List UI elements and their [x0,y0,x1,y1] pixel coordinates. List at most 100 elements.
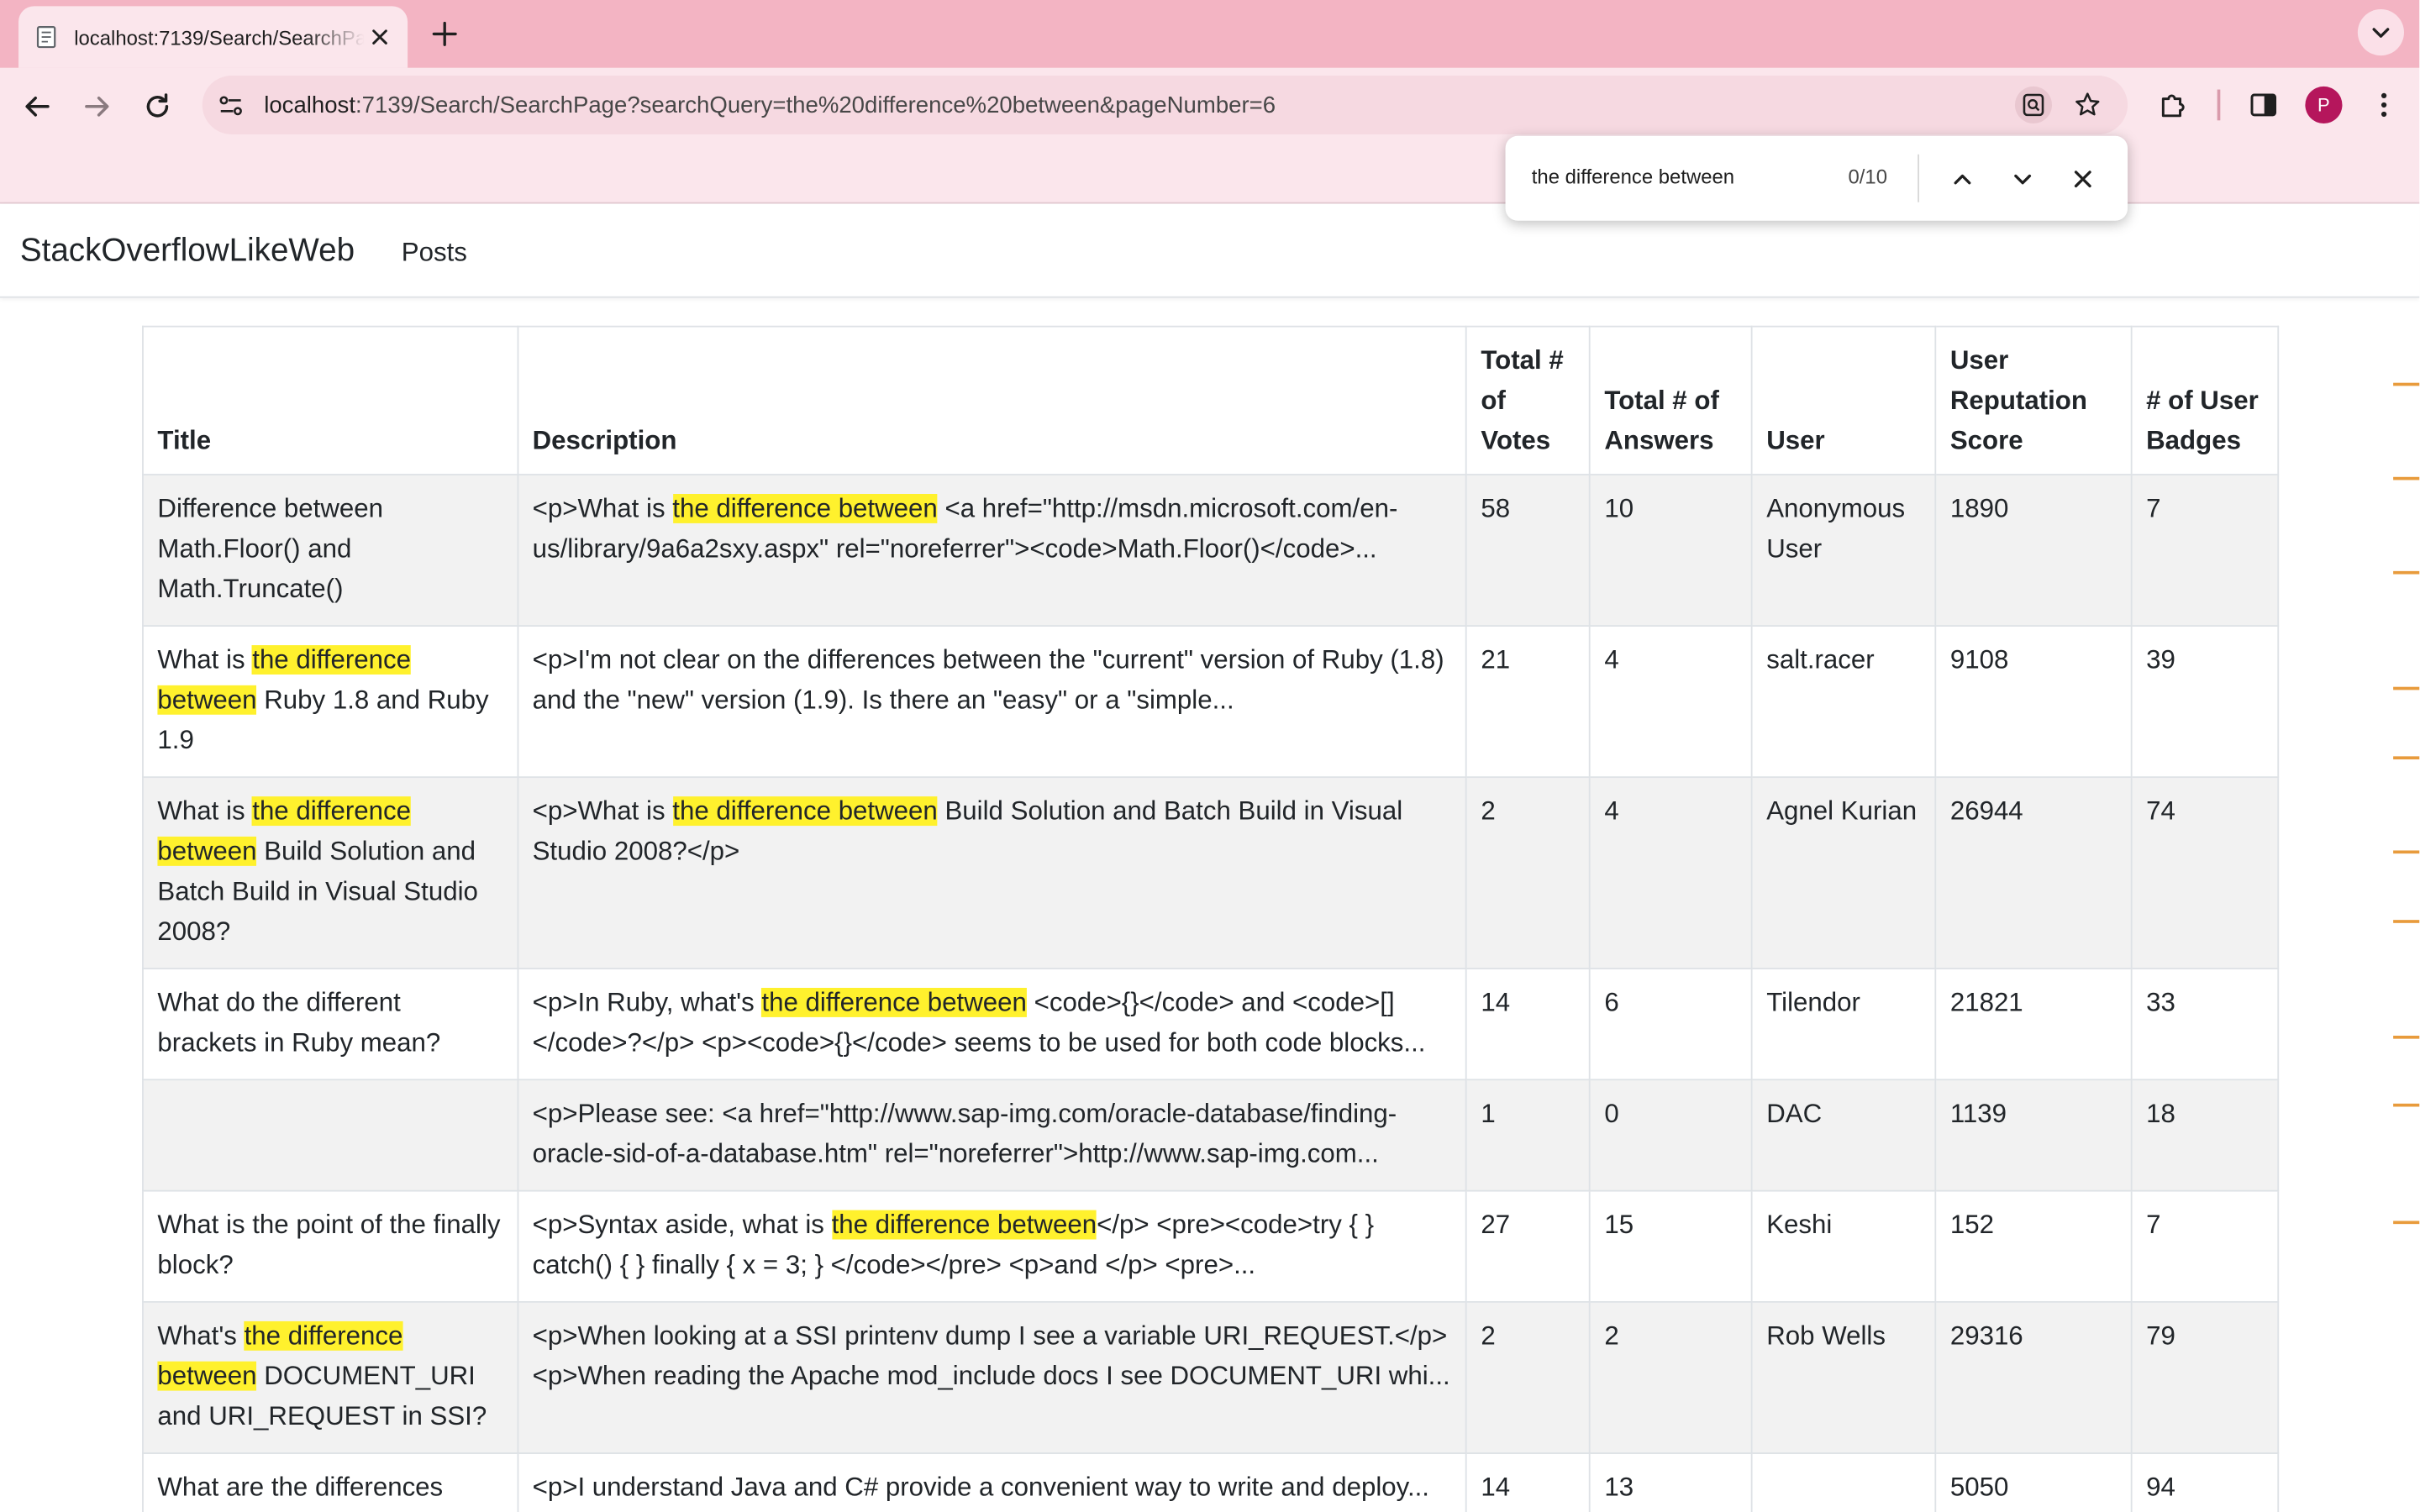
scroll-marker [2393,1221,2420,1225]
cell-votes: 2 [1465,776,1591,969]
search-highlight: the difference between [672,494,938,523]
url-path: :7139/Search/SearchPage?searchQuery=the%… [355,92,1276,119]
cell-user: Keshi [1750,1189,1937,1303]
search-results-table: Title Description Total # of Votes Total… [142,325,2280,1512]
cell-description: <p>I understand Java and C# provide a co… [517,1452,1467,1512]
table-row[interactable]: What's the difference between DOCUMENT_U… [142,1301,2280,1454]
cell-title: What is the point of the finally block? [142,1189,519,1303]
find-close-button[interactable] [2067,164,2098,195]
table-row[interactable]: Difference between Math.Floor() and Math… [142,474,2280,627]
cell-reputation: 9108 [1934,625,2133,779]
cell-reputation: 1139 [1934,1079,2133,1192]
close-icon[interactable] [367,24,392,49]
column-header-description: Description [517,325,1467,475]
scroll-marker [2393,756,2420,760]
url-text[interactable]: localhost:7139/Search/SearchPage?searchQ… [264,92,1276,118]
url-host: localhost [264,92,355,119]
cell-user: DAC [1750,1079,1937,1192]
page-favicon-icon [36,26,56,49]
cell-description: <p>I'm not clear on the differences betw… [517,625,1467,779]
column-header-title: Title [142,325,519,475]
site-brand[interactable]: StackOverflowLikeWeb [20,233,355,270]
cell-title: What is the difference between Build Sol… [142,776,519,969]
scroll-marker [2393,1103,2420,1107]
cell-votes: 58 [1465,474,1591,627]
column-header-answers: Total # of Answers [1588,325,1753,475]
plus-icon[interactable] [429,18,460,50]
cell-answers: 13 [1588,1452,1753,1512]
browser-tab[interactable]: localhost:7139/Search/SearchPage?searchQ… [18,6,408,68]
toolbar-divider [2217,89,2221,121]
find-match-count: 0/10 [1848,165,1887,189]
cell-user: Rob Wells [1750,1301,1937,1454]
cell-user: Agnel Kurian [1750,776,1937,969]
search-highlight: the difference between [157,1320,403,1391]
back-button[interactable] [20,90,54,123]
browser-menu-button[interactable] [2365,87,2402,123]
table-row[interactable]: What is the point of the finally block? <… [142,1189,2280,1303]
table-row[interactable]: <p>Please see: <a href="http://www.sap-i… [142,1079,2280,1192]
extensions-button[interactable] [2154,87,2191,123]
cell-description: <p>What is the difference between <a hre… [517,474,1467,627]
scroll-marker [2393,570,2420,575]
cell-reputation: 26944 [1934,776,2133,969]
cell-answers: 10 [1588,474,1753,627]
table-row[interactable]: What is the difference between Ruby 1.8 … [142,625,2280,779]
back-arrow-icon [25,96,50,117]
tab-title: localhost:7139/Search/SearchPage?searchQ… [74,25,364,49]
cell-votes: 27 [1465,1189,1591,1303]
search-highlight: the difference between [672,796,938,827]
cell-badges: 7 [2130,1189,2280,1303]
extensions-icon [2161,94,2185,118]
cell-badges: 7 [2130,474,2280,627]
cell-description: <p>Please see: <a href="http://www.sap-i… [517,1079,1467,1192]
tab-search-button[interactable] [2358,9,2405,56]
forward-button[interactable] [81,90,114,123]
cell-description: <p>Syntax aside, what is the difference … [517,1189,1467,1303]
tab-strip: localhost:7139/Search/SearchPage?searchQ… [0,0,2420,68]
cell-user: Anonymous User [1750,474,1937,627]
find-scrollbar-markers [2392,309,2420,1512]
table-row[interactable]: What is the difference between Build Sol… [142,776,2280,969]
cell-answers: 4 [1588,776,1753,969]
find-in-page-bar: the difference between 0/10 [1505,135,2128,221]
cell-user: Tilendor [1750,968,1937,1081]
cell-badges: 94 [2130,1452,2280,1512]
bookmark-button[interactable] [2069,87,2106,123]
google-lens-button[interactable] [2014,86,2053,123]
cell-answers: 2 [1588,1301,1753,1454]
reload-button[interactable] [140,90,174,123]
scroll-marker [2393,920,2420,923]
find-next-button[interactable] [2007,164,2039,195]
cell-votes: 14 [1465,1452,1591,1512]
cell-votes: 14 [1465,968,1591,1081]
cell-reputation: 1890 [1934,474,2133,627]
find-previous-button[interactable] [1947,164,1978,195]
find-input[interactable]: the difference between [1532,165,1734,189]
search-highlight: the difference between [157,796,412,866]
address-bar[interactable]: localhost:7139/Search/SearchPage?searchQ… [202,76,2128,134]
cell-description: <p>In Ruby, what's the difference betwee… [517,968,1467,1081]
scroll-marker [2393,686,2420,690]
cell-user: salt.racer [1750,625,1937,779]
cell-answers: 4 [1588,625,1753,779]
cell-title: What's the difference between DOCUMENT_U… [142,1301,519,1454]
cell-answers: 0 [1588,1079,1753,1192]
nav-link-posts[interactable]: Posts [402,238,467,269]
profile-avatar[interactable]: P [2305,86,2343,123]
table-row[interactable]: What do the different brackets in Ruby m… [142,968,2280,1081]
chevron-down-icon [2373,28,2390,38]
cell-reputation: 21821 [1934,968,2133,1081]
scroll-marker [2393,850,2420,854]
cell-badges: 74 [2130,776,2280,969]
find-divider [1918,154,1920,202]
cell-badges: 79 [2130,1301,2280,1454]
scroll-marker [2393,382,2420,386]
site-info-icon[interactable] [218,92,244,118]
cell-answers: 15 [1588,1189,1753,1303]
close-icon [2074,171,2091,188]
side-panel-button[interactable] [2245,87,2282,123]
cell-title: What is the difference between Ruby 1.8 … [142,625,519,779]
forward-arrow-icon [85,96,109,117]
table-row[interactable]: What are the differences between Java an… [142,1452,2280,1512]
